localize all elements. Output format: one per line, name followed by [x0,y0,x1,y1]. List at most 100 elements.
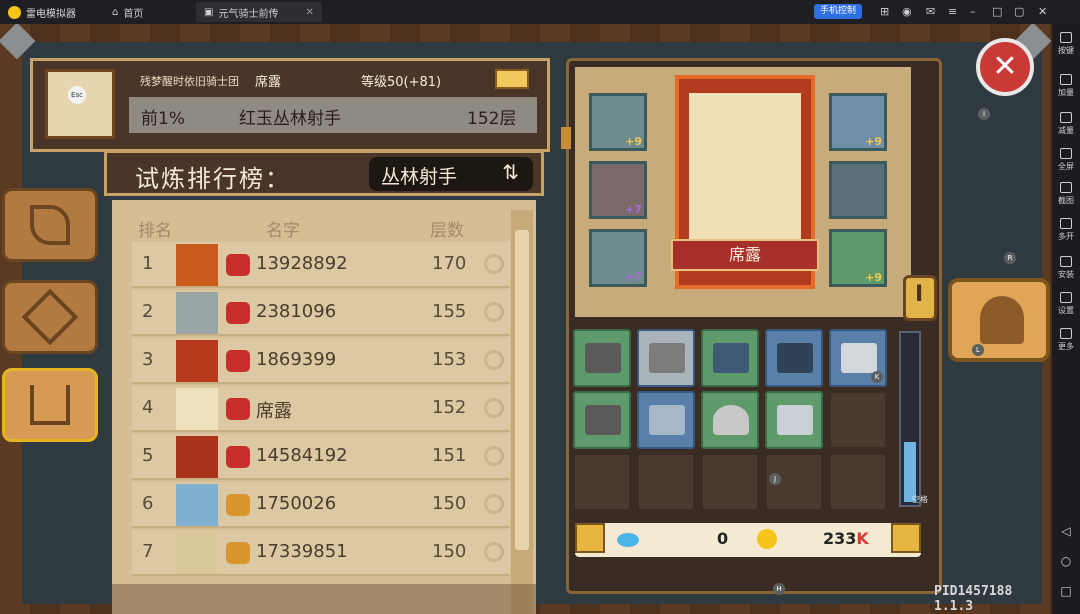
sidebar-label: 按键 [1058,46,1074,55]
sidebar-multi-instance[interactable]: 多开 [1052,218,1080,242]
sidebar-screenshot[interactable]: 截图 [1052,182,1080,206]
inventory-slot[interactable] [637,391,695,449]
sort-icon[interactable] [891,523,921,553]
scrollbar-thumb[interactable] [515,230,529,550]
coin-value: 233 [823,529,857,548]
inspect-icon[interactable] [484,254,504,274]
emulator-sidebar: 按键 加量 减量 全屏 截图 多开 安装 设置 更多 ◁ ○ □ [1052,24,1080,614]
player-floors: 152层 [467,109,517,129]
swap-icon: ⇅ [502,160,519,184]
equip-slot-helmet[interactable]: +9 [589,93,647,151]
inventory-slot[interactable]: K [829,329,887,387]
item-icon [585,343,621,373]
table-row[interactable]: 7 17339851 150 [132,530,510,576]
helmet-button[interactable]: L [948,278,1050,362]
gamepad-icon[interactable]: ⊞ [880,5,889,18]
table-row[interactable]: 1 13928892 170 [132,242,510,288]
inventory-slot[interactable] [573,391,631,449]
phone-control-button[interactable]: 手机控制 [814,4,863,19]
sidebar-more[interactable]: 更多 [1052,328,1080,352]
row-floors: 153 [432,349,467,370]
sidebar-volume-up[interactable]: 加量 [1052,74,1080,98]
multi-instance-icon [1060,218,1072,229]
row-floors: 150 [432,541,467,562]
inventory-scrollbar[interactable] [899,331,921,507]
collapse-arrow-icon[interactable] [561,127,571,149]
row-floors: 150 [432,493,467,514]
inventory-slot[interactable] [573,329,631,387]
inspect-icon[interactable] [484,494,504,514]
equip-tab-one[interactable]: I [903,275,937,321]
inventory-slot-empty[interactable] [637,453,695,511]
tab-home[interactable]: ⌂ 首页 [104,2,151,22]
inventory-slot[interactable] [701,329,759,387]
inventory-slot[interactable] [765,391,823,449]
inventory-slot-empty[interactable] [829,391,887,449]
row-rank: 7 [142,541,154,562]
inspect-icon[interactable] [484,398,504,418]
sidebar-keymap[interactable]: 按键 [1052,32,1080,56]
sidebar-volume-down[interactable]: 减量 [1052,112,1080,136]
inspect-icon[interactable] [484,542,504,562]
minimize-icon[interactable]: – [970,5,976,18]
volume-up-icon [1060,74,1072,85]
inventory-slot-empty[interactable] [701,453,759,511]
profile-card-icon[interactable] [495,69,529,89]
menu-icon[interactable]: ≡ [948,5,957,18]
equip-slot-boots[interactable]: +7 [589,229,647,287]
inventory-slot-empty[interactable] [829,453,887,511]
inventory-slot[interactable] [765,329,823,387]
recents-icon[interactable]: □ [1052,584,1080,598]
player-avatar[interactable]: Esc [45,69,115,139]
tab-game-label: 元气骑士前传 [218,8,279,20]
inspect-icon[interactable] [484,302,504,322]
inventory-slot[interactable] [637,329,695,387]
back-icon[interactable]: ◁ [1052,524,1080,538]
sidebar-install[interactable]: 安装 [1052,256,1080,280]
player-portrait [176,340,218,382]
home-circle-icon[interactable]: ○ [1052,554,1080,568]
player-level: 等级50(+81) [361,75,442,90]
table-row[interactable]: 6 1750026 150 [132,482,510,528]
crown-icon [226,302,250,324]
inventory-slot[interactable] [701,391,759,449]
equip-slot-weapon[interactable]: +9 [829,229,887,287]
inventory-grid: K [573,329,895,515]
ranking-scrollbar[interactable] [511,210,533,614]
table-row[interactable]: 4 席露 152 [132,386,510,432]
player-portrait [176,436,218,478]
restore-icon[interactable]: □ [992,5,1002,18]
tab-diamond[interactable] [2,280,98,354]
helmet-item-icon [713,405,749,435]
sidebar-fullscreen[interactable]: 全屏 [1052,148,1080,172]
class-selector[interactable]: 丛林射手 ⇅ [369,157,533,191]
podium-icon [30,385,70,425]
table-row[interactable]: 5 14584192 151 [132,434,510,480]
tab-leaderboard[interactable] [2,368,98,442]
equip-slot-ring[interactable] [829,161,887,219]
account-icon[interactable]: ◉ [902,5,912,18]
inspect-icon[interactable] [484,446,504,466]
mail-icon[interactable]: ✉ [926,5,935,18]
sidebar-label: 全屏 [1058,162,1074,171]
maximize-icon[interactable]: ▢ [1014,5,1024,18]
inspect-icon[interactable] [484,350,504,370]
coin-suffix: K [856,529,869,548]
close-button[interactable]: ✕ [976,38,1034,96]
table-row[interactable]: 2 2381096 155 [132,290,510,336]
ranking-list[interactable]: 排名 名字 层数 1 13928892 170 2 2381096 155 3 … [112,200,536,614]
equip-slot-accessory[interactable]: +9 [829,93,887,151]
sidebar-settings[interactable]: 设置 [1052,292,1080,316]
equip-slot-armor[interactable]: +7 [589,161,647,219]
close-window-icon[interactable]: ✕ [1038,5,1047,18]
esc-key-hint: Esc [68,86,86,104]
tab-game[interactable]: ▣ 元气骑士前传 ✕ [196,2,322,22]
tab-leaf[interactable] [2,188,98,262]
crown-icon [226,398,250,420]
table-row[interactable]: 3 1869399 153 [132,338,510,384]
equipment-panel: +9 +7 +7 +9 +9 席露 I K J 0 233K H [561,58,942,595]
fullscreen-icon [1060,148,1072,159]
inventory-slot-empty[interactable] [573,453,631,511]
bag-icon[interactable] [575,523,605,553]
close-tab-icon[interactable]: ✕ [305,7,313,18]
